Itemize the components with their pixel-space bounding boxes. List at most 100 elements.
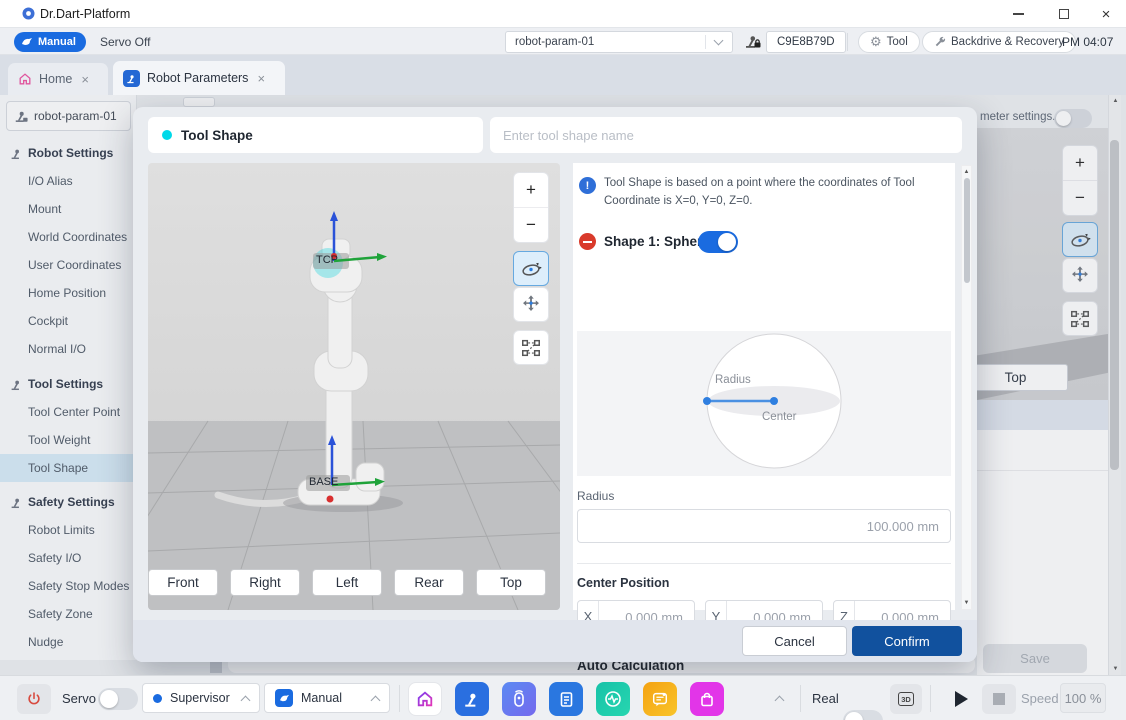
pan-icon xyxy=(520,294,542,316)
robot-parameters-icon xyxy=(123,70,140,87)
servo-toggle[interactable] xyxy=(98,688,138,710)
remove-shape-icon[interactable] xyxy=(579,233,596,250)
view-right-button[interactable]: Right xyxy=(230,569,300,596)
gear-icon: ⚙ xyxy=(870,34,882,50)
radius-input[interactable] xyxy=(578,519,950,534)
dialog-3d-viewport[interactable]: TCP BASE + − Front Right Left Rea xyxy=(148,163,560,610)
zoom-out-button[interactable]: − xyxy=(514,207,548,242)
manual-mode-icon xyxy=(21,37,33,47)
role-select[interactable]: Supervisor xyxy=(142,683,260,713)
mode-select[interactable]: Manual xyxy=(264,683,390,713)
tool-shape-dialog: Tool Shape xyxy=(133,107,977,662)
power-button[interactable] xyxy=(17,684,51,714)
tab-close-icon[interactable]: × xyxy=(257,71,265,86)
confirm-button[interactable]: Confirm xyxy=(852,626,962,656)
close-button[interactable]: × xyxy=(1086,0,1126,28)
chevron-up-icon xyxy=(371,695,381,705)
app-store-icon[interactable] xyxy=(690,682,724,716)
tab-robot-parameters[interactable]: Robot Parameters × xyxy=(113,61,285,95)
chevron-up-icon xyxy=(241,695,251,705)
tool-button[interactable]: ⚙ Tool xyxy=(858,31,920,53)
tcp-label: TCP xyxy=(316,254,338,266)
servo-label: Servo xyxy=(62,691,96,706)
speed-label: Speed xyxy=(1021,691,1059,706)
radius-label: Radius xyxy=(577,489,614,503)
diagram-radius-label: Radius xyxy=(715,374,751,386)
view-rear-button[interactable]: Rear xyxy=(394,569,464,596)
title-bar: Dr.Dart-Platform × xyxy=(0,0,1126,28)
scroll-up-icon[interactable]: ▲ xyxy=(962,166,971,178)
info-icon: ! xyxy=(579,177,596,194)
app-home-icon[interactable] xyxy=(408,682,442,716)
tool-shape-name-input[interactable] xyxy=(490,117,962,153)
app-monitor-icon[interactable] xyxy=(596,682,630,716)
backdrive-recovery-button[interactable]: Backdrive & Recovery xyxy=(922,31,1076,53)
shape-enabled-toggle[interactable] xyxy=(698,231,738,253)
robot-3d-scene xyxy=(148,163,560,610)
bottom-dock-bar: Servo Supervisor Manual xyxy=(0,675,1126,720)
dialog-title: Tool Shape xyxy=(148,117,483,153)
diagram-center-label: Center xyxy=(762,411,797,423)
app-logo-icon xyxy=(22,7,35,20)
stop-icon xyxy=(993,693,1005,705)
panel-scrollbar-thumb[interactable] xyxy=(964,178,970,283)
center-position-label: Center Position xyxy=(577,576,669,590)
cancel-button[interactable]: Cancel xyxy=(742,626,847,656)
measure-icon xyxy=(520,337,542,359)
window-title: Dr.Dart-Platform xyxy=(40,7,130,21)
shape-title: Shape 1: Sphere xyxy=(604,234,710,249)
base-label: BASE xyxy=(309,476,338,488)
play-button[interactable] xyxy=(944,684,978,714)
robot-serial-chip[interactable]: C9E8B79D xyxy=(766,31,846,53)
manual-mode-button[interactable]: Manual xyxy=(14,32,86,52)
close-icon: × xyxy=(1102,6,1111,23)
orbit-icon xyxy=(519,258,543,280)
app-document-icon[interactable] xyxy=(549,682,583,716)
real-mode-label: Real xyxy=(812,691,839,706)
speed-value-box[interactable]: 100 % xyxy=(1060,683,1106,713)
robot-lock-icon xyxy=(744,33,762,55)
servo-status-text: Servo Off xyxy=(100,35,150,49)
3d-book-icon: 3D xyxy=(898,692,915,706)
measure-button[interactable] xyxy=(513,330,549,365)
app-remote-icon[interactable] xyxy=(502,682,536,716)
tab-home[interactable]: Home × xyxy=(8,63,108,95)
maximize-icon xyxy=(1059,9,1069,19)
manual-mode-icon xyxy=(275,689,293,707)
viewport-zoom-group: + − xyxy=(513,172,549,243)
scroll-down-icon[interactable]: ▼ xyxy=(962,597,971,609)
shape-settings-panel: ! Tool Shape is based on a point where t… xyxy=(573,163,955,610)
view-left-button[interactable]: Left xyxy=(312,569,382,596)
dialog-footer: Cancel Confirm xyxy=(133,620,977,662)
zoom-in-button[interactable]: + xyxy=(514,173,548,207)
wrench-icon xyxy=(934,36,946,48)
play-icon xyxy=(955,691,968,707)
tab-bar: Home × Robot Parameters × xyxy=(0,55,1126,95)
pan-button[interactable] xyxy=(513,287,549,322)
simulator-3d-button[interactable]: 3D xyxy=(890,684,922,714)
view-top-button[interactable]: Top xyxy=(476,569,546,596)
minimize-button[interactable] xyxy=(998,0,1038,28)
status-dot-icon xyxy=(162,130,172,140)
maximize-button[interactable] xyxy=(1044,0,1084,28)
info-text: Tool Shape is based on a point where the… xyxy=(604,175,939,211)
application-window: Dr.Dart-Platform × Manual Servo Off robo… xyxy=(0,0,1126,720)
main-toolbar: Manual Servo Off robot-param-01 C9E8B79D… xyxy=(0,28,1126,55)
home-icon xyxy=(18,72,32,86)
stop-button[interactable] xyxy=(982,684,1016,714)
app-robot-icon[interactable] xyxy=(455,682,489,716)
sphere-diagram: Radius Center xyxy=(577,331,951,476)
radius-field[interactable] xyxy=(577,509,951,543)
tab-close-icon[interactable]: × xyxy=(81,72,89,87)
minimize-icon xyxy=(1013,13,1024,15)
power-icon xyxy=(26,691,42,707)
orbit-rotate-button[interactable] xyxy=(513,251,549,286)
clock-text: PM 04:07 xyxy=(1062,35,1113,49)
role-status-dot xyxy=(153,694,162,703)
real-mode-toggle[interactable] xyxy=(843,710,883,720)
app-chat-icon[interactable] xyxy=(643,682,677,716)
dock-collapse-icon[interactable] xyxy=(775,696,785,706)
panel-scrollbar[interactable]: ▲ ▼ xyxy=(961,165,972,610)
param-file-select[interactable]: robot-param-01 xyxy=(505,31,733,53)
view-front-button[interactable]: Front xyxy=(148,569,218,596)
